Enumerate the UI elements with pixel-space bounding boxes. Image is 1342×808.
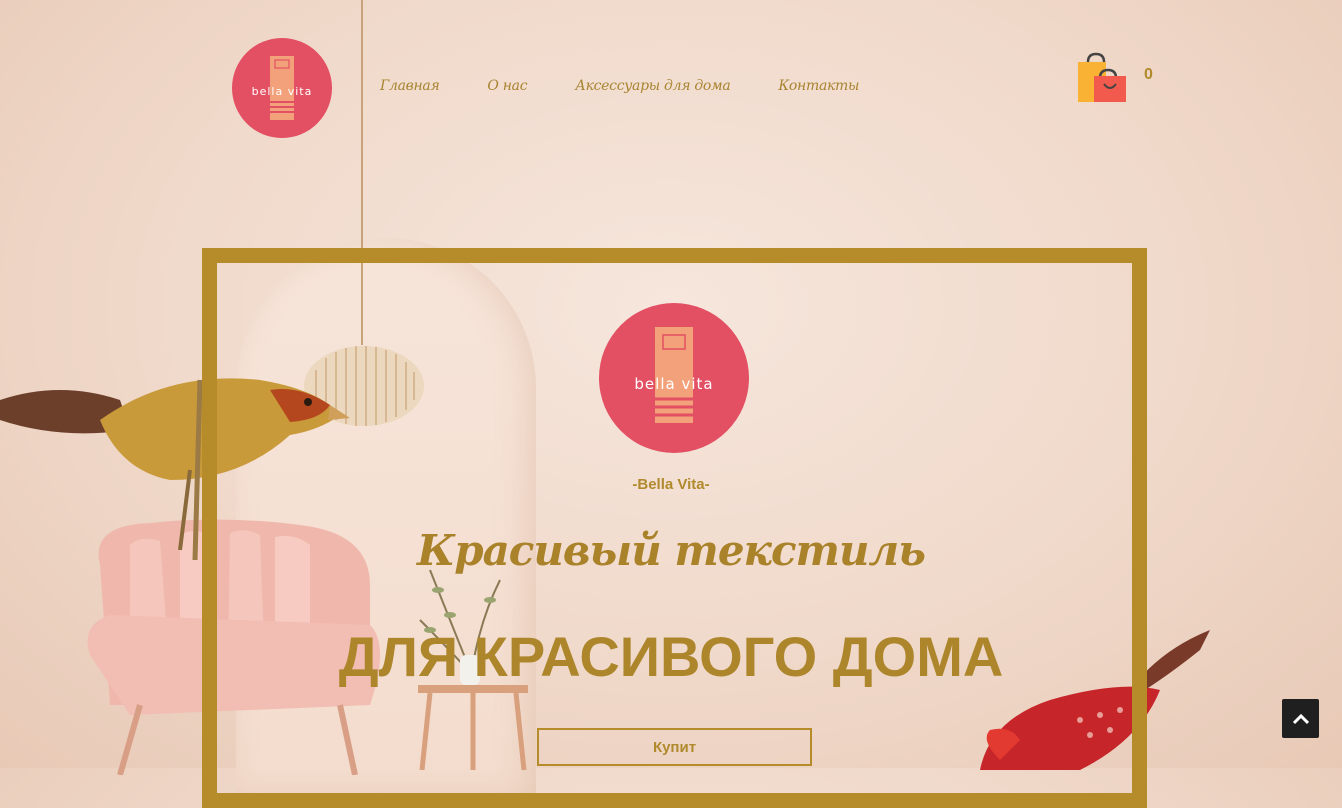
nav-item-home-accessories[interactable]: Аксессуары для дома <box>575 78 730 94</box>
header-logo[interactable]: bella vita <box>232 38 332 138</box>
hero-logo: bella vita <box>599 303 749 453</box>
shopping-bag-icon <box>1078 52 1126 102</box>
cart-button[interactable] <box>1076 52 1128 108</box>
buy-button[interactable]: Купит <box>537 728 812 766</box>
cart-count: 0 <box>1144 66 1153 83</box>
brand-name: -Bella Vita- <box>632 476 710 493</box>
hero-headline: ДЛЯ КРАСИВОГО ДОМА <box>338 625 1004 688</box>
nav-item-home[interactable]: Главная <box>380 78 440 94</box>
header-logo-text: bella vita <box>251 85 313 98</box>
main-nav: Главная О нас Аксессуары для дома Контак… <box>380 78 907 94</box>
hero-logo-text: bella vita <box>634 375 714 393</box>
scroll-to-top-button[interactable] <box>1282 699 1319 738</box>
chevron-up-icon <box>1292 713 1309 724</box>
nav-item-about[interactable]: О нас <box>487 78 527 94</box>
hero-tagline: Красивый текстиль <box>417 526 926 575</box>
nav-item-contacts[interactable]: Контакты <box>778 78 859 94</box>
